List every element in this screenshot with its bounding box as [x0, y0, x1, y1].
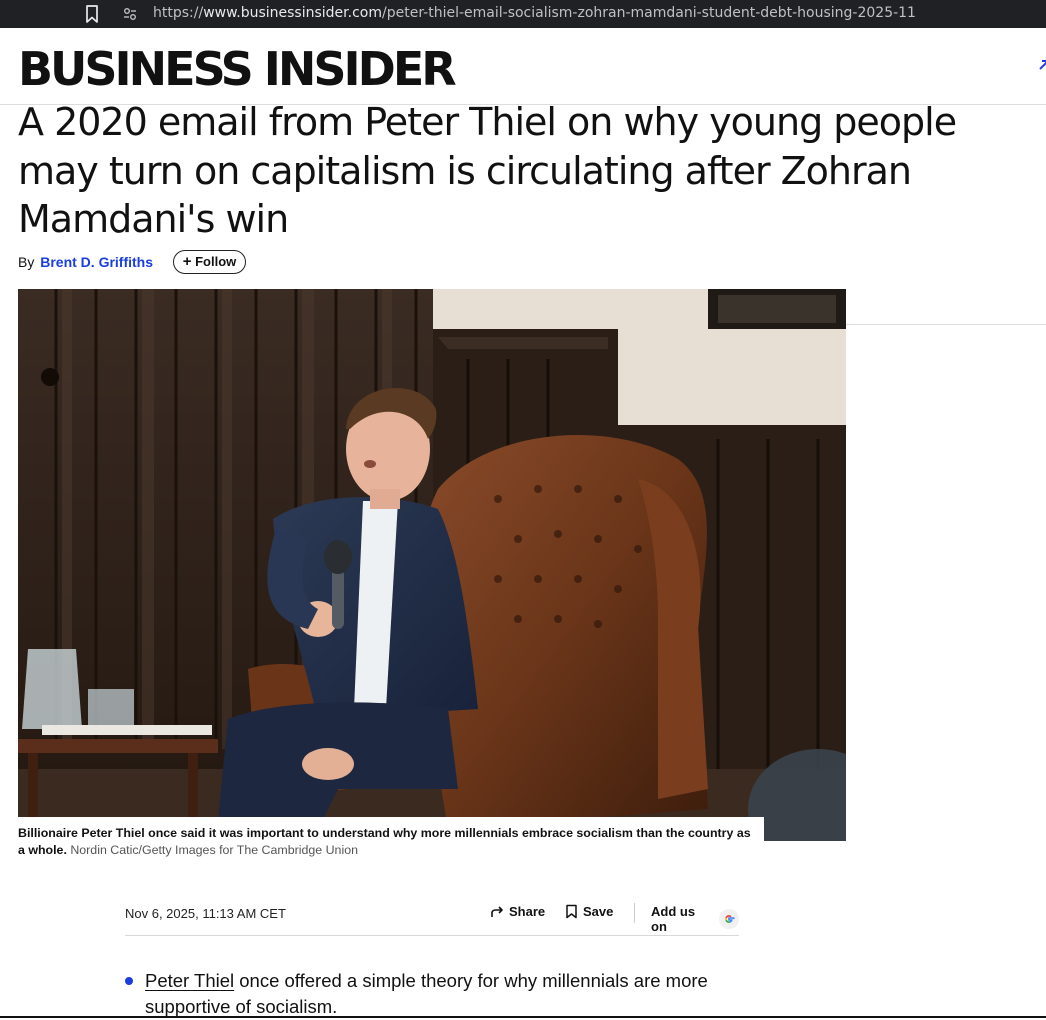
url-path: /peter-thiel-email-socialism-zohran-mamd… [382, 5, 916, 21]
save-label: Save [583, 904, 614, 919]
share-label: Share [509, 904, 546, 919]
share-arrow-icon [491, 905, 503, 917]
article-meta-bar: Nov 6, 2025, 11:13 AM CET Share Save Add… [125, 903, 739, 935]
key-point-item: Peter Thiel once offered a simple theory… [145, 968, 765, 1020]
browser-url-bar[interactable]: https://www.businessinsider.com/peter-th… [0, 0, 1046, 28]
side-divider [846, 324, 1046, 325]
save-button[interactable]: Save [565, 904, 613, 919]
site-logo[interactable]: BUSINESS INSIDER [18, 42, 457, 96]
google-icon [719, 909, 739, 929]
meta-separator [634, 903, 635, 923]
byline: By Brent D. Griffiths [18, 254, 153, 270]
url-scheme: https:// [153, 5, 204, 21]
site-settings-icon[interactable] [122, 6, 138, 22]
hero-photo [18, 289, 846, 841]
bookmark-icon[interactable] [84, 4, 100, 24]
meta-divider [125, 935, 739, 936]
bullet-dot [125, 977, 133, 985]
add-us-label: Add us on [651, 904, 696, 934]
arrow-icon[interactable] [1037, 58, 1046, 72]
article-headline: A 2020 email from Peter Thiel on why you… [18, 100, 957, 241]
plus-icon: + [182, 253, 192, 270]
follow-label: Follow [195, 254, 237, 269]
follow-button[interactable]: + Follow [173, 250, 246, 274]
photo-credit: Nordin Catic/Getty Images for The Cambri… [70, 843, 358, 857]
url-text[interactable]: https://www.businessinsider.com/peter-th… [153, 5, 916, 21]
author-link[interactable]: Brent D. Griffiths [40, 254, 153, 270]
byline-prefix: By [18, 254, 35, 270]
peter-thiel-link[interactable]: Peter Thiel [145, 970, 234, 991]
publish-date: Nov 6, 2025, 11:13 AM CET [125, 906, 286, 921]
share-button[interactable]: Share [490, 904, 545, 919]
bookmark-save-icon [566, 904, 577, 919]
photo-caption: Billionaire Peter Thiel once said it was… [18, 825, 758, 859]
add-us-on-google-button[interactable]: Add us on [651, 904, 739, 934]
url-host: www.businessinsider.com [203, 5, 382, 21]
